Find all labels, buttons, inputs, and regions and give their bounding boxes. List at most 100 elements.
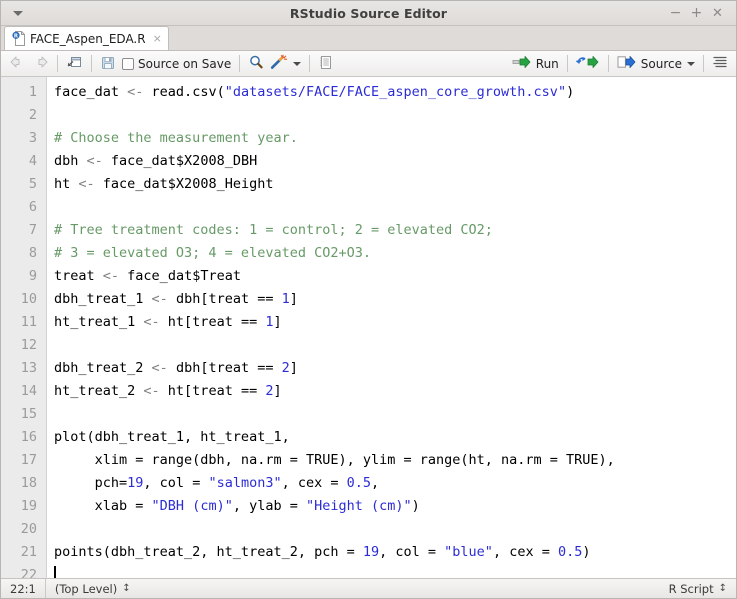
line-number: 22 [20,567,37,578]
tab-close-icon[interactable]: × [153,32,162,45]
code-line: dbh_treat_2 <- dbh[treat == 2] [54,360,298,376]
code-line: dbh_treat_1 <- dbh[treat == 1] [54,291,298,307]
line-number: 19 [20,498,37,514]
code-line: xlim = range(dbh, na.rm = TRUE), ylim = … [54,452,615,468]
line-number: 21 [20,544,37,560]
cursor-position: 22:1 [10,581,36,596]
line-number: 4 [28,153,37,169]
line-number: 13 [20,360,37,376]
line-number: 7 [28,222,37,238]
toolbar-separator [566,55,568,72]
run-button[interactable]: Run [509,53,562,75]
line-number: 8 [28,245,37,261]
magic-wand-icon [270,54,288,73]
line-number: 3 [28,130,37,146]
document-outline-button[interactable] [709,53,731,75]
line-number: 5 [28,176,37,192]
window-menu-button[interactable] [1,1,35,25]
code-line: # Tree treatment codes: 1 = control; 2 =… [54,222,493,238]
forward-button[interactable] [29,53,52,75]
up-down-arrows-icon: ↕ [122,582,131,594]
source-button[interactable]: Source [614,53,698,75]
code-line: points(dbh_treat_2, ht_treat_2, pch = 19… [54,544,591,560]
chevron-down-icon [13,10,23,16]
code-tools-button[interactable] [267,53,304,75]
save-disk-icon [100,55,116,73]
editor-toolbar: Source on Save Run Source [1,51,736,77]
line-number: 17 [20,452,37,468]
code-line: ht_treat_1 <- ht[treat == 1] [54,314,282,330]
source-label: Source [640,56,682,71]
minimize-button[interactable]: − [666,4,685,23]
file-type-label: R Script [668,581,714,596]
code-line [54,564,736,578]
close-button[interactable]: ✕ [708,4,727,23]
line-number: 10 [20,291,37,307]
compile-report-button[interactable] [315,53,336,75]
document-outline-icon [712,55,728,72]
run-line-icon [512,55,532,72]
source-on-save-checkbox[interactable]: Source on Save [119,53,234,75]
window-controls: − + ✕ [666,4,736,23]
compile-notebook-icon [318,55,333,73]
code-line: # 3 = elevated O3; 4 = elevated CO2+O3. [54,245,371,261]
save-button[interactable] [97,53,119,75]
line-number: 1 [28,84,37,100]
code-line: treat <- face_dat$Treat [54,268,241,284]
toolbar-separator [91,55,92,72]
toolbar-separator [703,55,704,72]
show-in-new-window-button[interactable] [63,53,86,75]
scope-selector[interactable]: (Top Level) ↕ [46,579,140,598]
toolbar-separator [239,55,241,72]
line-number: 2 [28,107,37,123]
find-replace-button[interactable] [245,53,267,75]
r-script-file-icon: R [12,31,26,46]
forward-arrow-icon [32,55,49,72]
code-line: # Choose the measurement year. [54,130,298,146]
line-number: 15 [20,406,37,422]
maximize-button[interactable]: + [687,4,706,23]
back-button[interactable] [6,53,29,75]
checkbox-box [122,57,134,70]
toolbar-separator [309,55,311,72]
code-line: pch=19, col = "salmon3", cex = 0.5, [54,475,380,491]
tab-face-aspen-eda-r[interactable]: R FACE_Aspen_EDA.R × [4,26,169,50]
window-title: RStudio Source Editor [289,5,448,21]
line-number: 9 [28,268,37,284]
toolbar-separator [607,55,609,72]
chevron-down-icon [293,61,302,66]
code-line: ht <- face_dat$X2008_Height [54,176,274,192]
line-number: 16 [20,429,37,445]
editor-tabbar: R FACE_Aspen_EDA.R × [1,26,736,51]
search-magnifier-icon [248,54,264,73]
code-line: xlab = "DBH (cm)", ylab = "Height (cm)") [54,498,420,514]
tab-label: FACE_Aspen_EDA.R [30,31,146,46]
line-number-gutter: 1 2 3 4 5 6 7 8 9 10 11 12 13 14 15 16 1… [1,77,47,578]
code-text-area[interactable]: face_dat <- read.csv("datasets/FACE/FACE… [47,77,736,578]
line-number: 20 [20,521,37,537]
toolbar-separator [57,55,58,72]
line-number: 6 [28,199,37,215]
code-editor[interactable]: 1 2 3 4 5 6 7 8 9 10 11 12 13 14 15 16 1… [1,77,736,578]
code-line: face_dat <- read.csv("datasets/FACE/FACE… [54,84,575,100]
editor-statusbar: 22:1 (Top Level) ↕ R Script ↕ [1,578,736,598]
source-on-save-label: Source on Save [138,56,232,71]
rstudio-source-editor-window: RStudio Source Editor − + ✕ R FACE_Aspen… [0,0,737,599]
line-number: 11 [20,314,37,330]
show-in-new-window-icon [66,55,83,73]
back-arrow-icon [9,55,26,72]
run-label: Run [535,56,559,71]
source-document-icon [617,55,637,72]
window-titlebar: RStudio Source Editor − + ✕ [1,1,736,26]
line-number: 12 [20,337,37,353]
re-run-button[interactable] [573,53,603,75]
scope-label: (Top Level) [54,581,118,596]
line-number: 18 [20,475,37,491]
file-type-selector[interactable]: R Script ↕ [660,579,736,598]
code-line: ht_treat_2 <- ht[treat == 2] [54,383,282,399]
